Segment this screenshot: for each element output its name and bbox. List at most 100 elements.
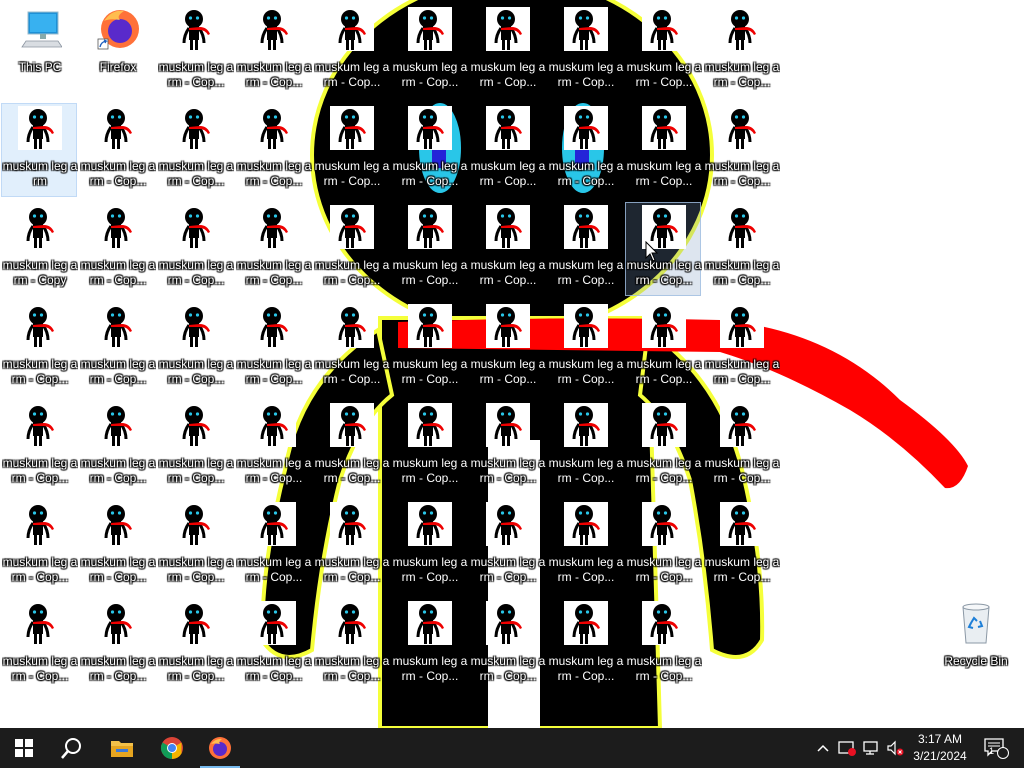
desktop-icon-muskum-copy[interactable]: muskum leg arm - Cop... [235,301,311,395]
show-hidden-icons[interactable] [812,728,834,768]
desktop-icon-muskum-copy[interactable]: muskum leg arm - Cop... [625,598,701,692]
desktop-icon-muskum-copy[interactable]: muskum leg arm - Cop... [1,301,77,395]
stick-figure-icon [564,304,608,348]
desktop-icon-muskum-copy[interactable]: muskum leg arm - Cop... [391,400,467,494]
desktop-icon-muskum-copy[interactable]: muskum leg arm - Cop... [1,499,77,593]
desktop-icon-muskum-copy[interactable]: muskum leg arm - Cop... [79,499,155,593]
desktop-icon-image [408,304,452,348]
desktop-icon-muskum-copy[interactable]: muskum leg arm - Cop... [469,301,545,395]
desktop-icon-muskum-copy[interactable]: muskum leg arm - Cop... [157,202,233,296]
desktop-icon-muskum-copy[interactable]: muskum leg arm - Cop... [313,598,389,692]
desktop-icon-muskum-copy[interactable]: muskum leg arm - Cop... [313,301,389,395]
desktop-icon-muskum-copy[interactable]: muskum leg arm - Cop... [79,400,155,494]
desktop-icon-muskum-copy[interactable]: muskum leg arm - Cop... [157,301,233,395]
desktop-icon-muskum-copy[interactable]: muskum leg arm - Cop... [703,301,779,395]
desktop-icon-recycle-bin[interactable]: Recycle Bin [937,598,1013,692]
desktop-icon-muskum-copy[interactable]: muskum leg arm - Cop... [703,4,779,98]
desktop-icon-muskum-copy[interactable]: muskum leg arm - Cop... [157,4,233,98]
desktop-icon-muskum-copy[interactable]: muskum leg arm - Cop... [235,499,311,593]
desktop-icon-muskum-copy[interactable]: muskum leg arm - Cop... [1,598,77,692]
desktop-icon-image [18,205,62,249]
desktop-icon-muskum-copy[interactable]: muskum leg arm - Cop... [469,598,545,692]
desktop-icon-label: muskum leg arm - Cop... [80,258,156,287]
desktop-icon-muskum-copy[interactable]: muskum leg arm - Cop... [625,400,701,494]
taskbar-firefox[interactable] [196,728,244,768]
desktop-icon-muskum-copy[interactable]: muskum leg arm - Cop... [391,4,467,98]
desktop-icon-image [642,106,686,150]
desktop-icon-muskum-copy[interactable]: muskum leg arm - Cop... [391,202,467,296]
desktop-icon-muskum-copy[interactable]: muskum leg arm - Cop... [469,4,545,98]
desktop-icon-muskum-copy[interactable]: muskum leg arm - Cop... [391,499,467,593]
action-center-button[interactable]: 1 [978,728,1014,768]
desktop-icon-muskum-copy[interactable]: muskum leg arm - Cop... [703,202,779,296]
desktop-icon-muskum-copy[interactable]: muskum leg arm - Cop... [625,103,701,197]
tray-volume[interactable] [884,728,906,768]
stick-figure-icon [408,7,452,51]
desktop-icon-muskum-copy[interactable]: muskum leg arm - Cop... [625,499,701,593]
desktop-icon-muskum-copy[interactable]: muskum leg arm - Cop... [469,499,545,593]
desktop-icon-muskum-copy[interactable]: muskum leg arm - Cop... [625,301,701,395]
start-button[interactable] [0,728,48,768]
stick-figure-icon [642,106,686,150]
desktop-icon-muskum-copy[interactable]: muskum leg arm - Cop... [313,499,389,593]
desktop-icon-muskum-copy[interactable]: muskum leg arm - Cop... [547,4,623,98]
search-button[interactable] [48,728,96,768]
desktop-icon-muskum-copy[interactable]: muskum leg arm - Cop... [313,4,389,98]
desktop-icon-muskum-copy[interactable]: muskum leg arm - Cop... [469,400,545,494]
desktop-icon-muskum-leg-arm[interactable]: muskum leg arm [1,103,77,197]
desktop-icon-muskum-copy[interactable]: muskum leg arm - Cop... [391,598,467,692]
desktop-icon-muskum-copy[interactable]: muskum leg arm - Cop... [391,301,467,395]
stick-figure-icon [564,403,608,447]
desktop-icon-muskum-copy[interactable]: muskum leg arm - Cop... [313,103,389,197]
desktop-icon-muskum-copy[interactable]: muskum leg arm - Cop... [547,499,623,593]
desktop-icon-muskum-copy[interactable]: muskum leg arm - Cop... [1,400,77,494]
taskbar-file-explorer[interactable] [98,728,146,768]
desktop-icon-muskum-copy[interactable]: muskum leg arm - Cop... [157,598,233,692]
desktop-icon-muskum-copy[interactable]: muskum leg arm - Cop... [79,598,155,692]
desktop-icon-muskum-copy[interactable]: muskum leg arm - Cop... [625,202,701,296]
desktop-icon-muskum-copy[interactable]: muskum leg arm - Cop... [547,400,623,494]
stick-figure-icon [330,106,374,150]
desktop-icon-image [564,7,608,51]
desktop-icon-this-pc[interactable]: This PC [1,4,77,98]
desktop-icon-image [408,205,452,249]
desktop-icon-muskum-copy[interactable]: muskum leg arm - Cop... [157,499,233,593]
desktop-icon-muskum-copy[interactable]: muskum leg arm - Cop... [703,499,779,593]
desktop-icon-image [408,502,452,546]
desktop-icon-label: muskum leg arm - Cop... [80,456,156,485]
desktop-icon-muskum-copy[interactable]: muskum leg arm - Cop... [79,301,155,395]
desktop-icon-muskum-copy[interactable]: muskum leg arm - Cop... [79,202,155,296]
desktop-icon-muskum-copy[interactable]: muskum leg arm - Cop... [235,103,311,197]
desktop-icon-muskum-copy[interactable]: muskum leg arm - Cop... [79,103,155,197]
desktop-icon-muskum-copy[interactable]: muskum leg arm - Cop... [469,202,545,296]
stick-figure-icon [330,7,374,51]
stick-figure-icon [486,7,530,51]
desktop-icon-muskum-copy[interactable]: muskum leg arm - Cop... [313,202,389,296]
taskbar-chrome[interactable] [148,728,196,768]
desktop-icon-muskum-copy[interactable]: muskum leg arm - Cop... [547,301,623,395]
desktop-icon-muskum-copy[interactable]: muskum leg arm - Cop... [313,400,389,494]
desktop-icon-muskum-copy[interactable]: muskum leg arm - Cop... [391,103,467,197]
desktop-icon-muskum-copy[interactable]: muskum leg arm - Cop... [235,4,311,98]
stick-figure-icon [408,502,452,546]
desktop-icon-muskum-copy[interactable]: muskum leg arm - Cop... [547,103,623,197]
tray-network[interactable] [860,728,882,768]
desktop-icon-muskum-copy[interactable]: muskum leg arm - Cop... [157,400,233,494]
desktop-icon-muskum-copy[interactable]: muskum leg arm - Cop... [547,202,623,296]
desktop-icon-muskum-copy[interactable]: muskum leg arm - Cop... [235,400,311,494]
taskbar-clock[interactable]: 3:17 AM 3/21/2024 [905,728,975,768]
desktop-icon-label: muskum leg arm - Cop... [80,159,156,188]
desktop-icon-muskum-copy[interactable]: muskum leg arm - Cop... [235,202,311,296]
desktop-icon-label: muskum leg arm - Cop... [626,456,702,485]
desktop-icon-muskum-copy[interactable]: muskum leg arm - Cop... [547,598,623,692]
desktop-icon-muskum-copy[interactable]: muskum leg arm - Cop... [157,103,233,197]
desktop-icon-muskum-copy[interactable]: muskum leg arm - Copy [1,202,77,296]
desktop-icon-image [252,205,296,249]
desktop-icon-muskum-copy[interactable]: muskum leg arm - Cop... [703,103,779,197]
desktop-icon-muskum-copy[interactable]: muskum leg arm - Cop... [235,598,311,692]
tray-security[interactable] [836,728,858,768]
desktop-icon-firefox[interactable]: Firefox [79,4,155,98]
desktop-icon-muskum-copy[interactable]: muskum leg arm - Cop... [625,4,701,98]
desktop-icon-muskum-copy[interactable]: muskum leg arm - Cop... [469,103,545,197]
desktop-icon-muskum-copy[interactable]: muskum leg arm - Cop... [703,400,779,494]
